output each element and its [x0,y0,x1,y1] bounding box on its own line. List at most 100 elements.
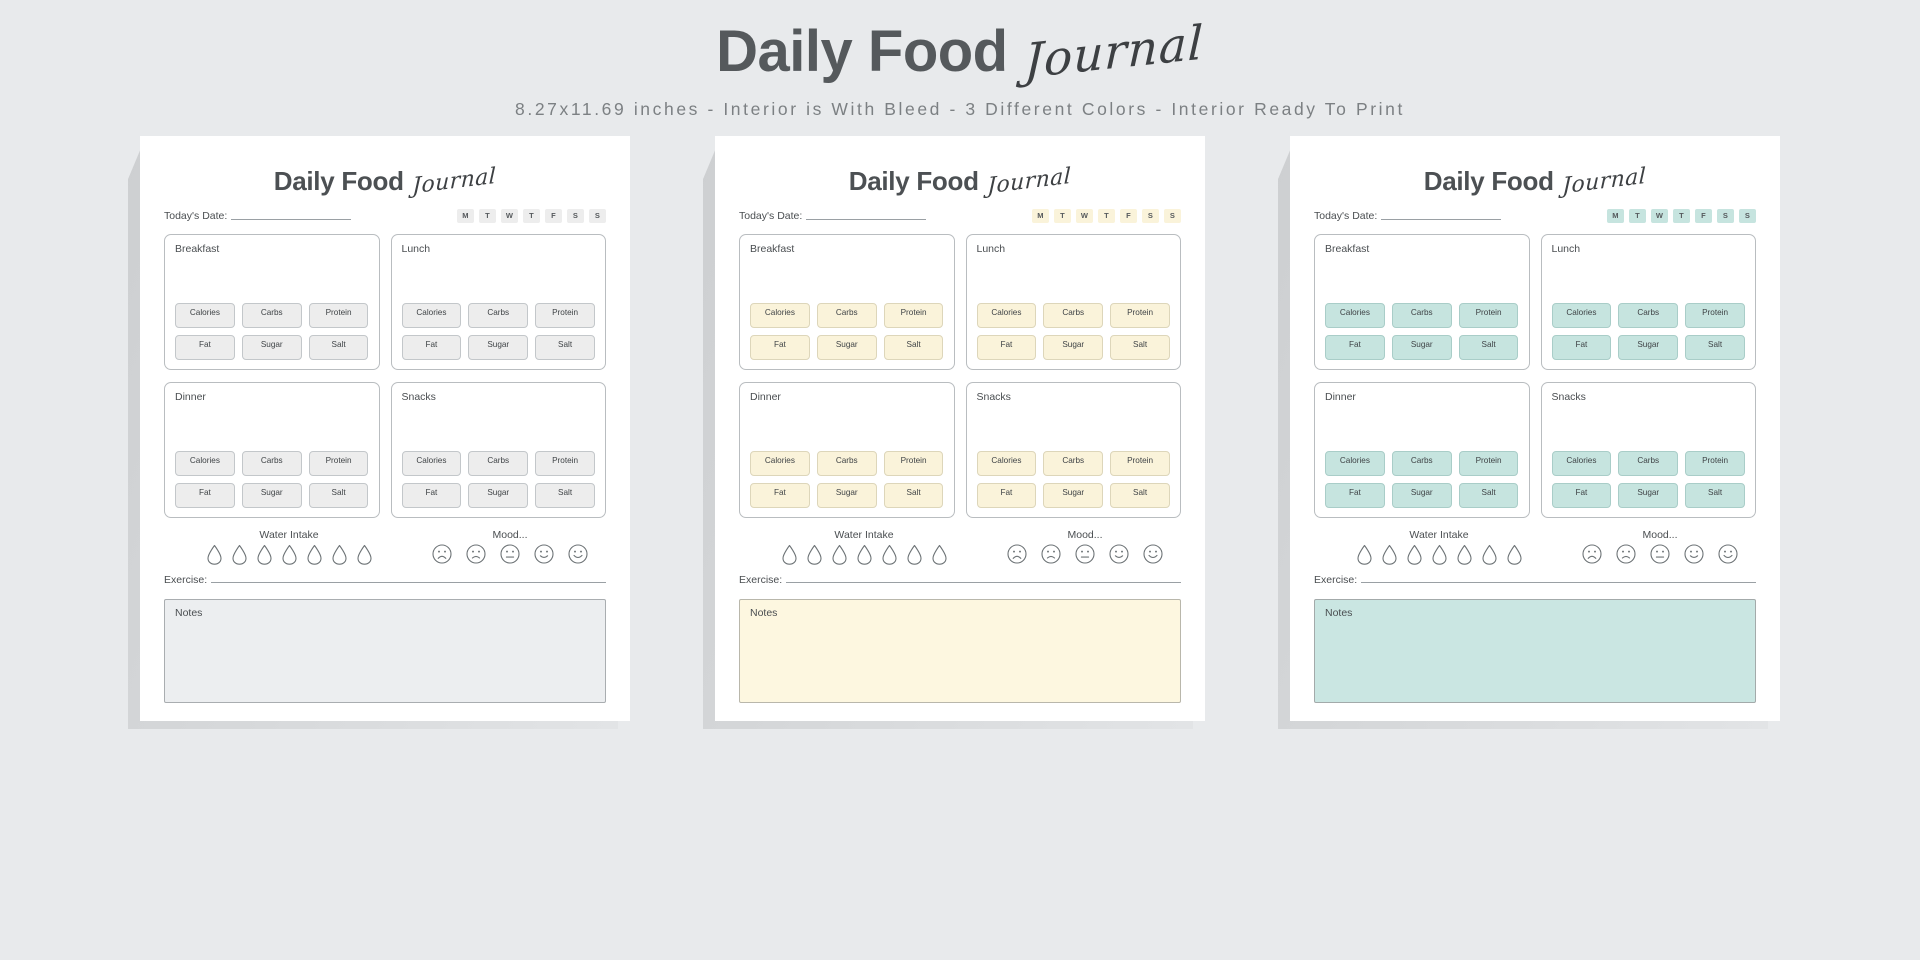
nutrient-chip-fat[interactable]: Fat [175,483,235,508]
nutrient-chip-fat[interactable]: Fat [175,335,235,360]
mood-neutral-icon[interactable] [1075,544,1095,564]
meal-entry-area[interactable] [977,257,1171,303]
meal-card-snacks[interactable]: Snacks Calories Carbs Protein Fat Sugar Salt [965,382,1181,518]
nutrient-chip-sugar[interactable]: Sugar [1618,483,1679,508]
weekday-box-0[interactable]: M [1032,208,1049,223]
meal-card-lunch[interactable]: Lunch Calories Carbs Protein Fat Sugar Salt [1540,234,1756,370]
weekday-box-2[interactable]: W [1076,208,1093,223]
nutrient-chip-carbs[interactable]: Carbs [1391,451,1452,476]
mood-happy-icon[interactable] [534,544,554,564]
weekday-box-6[interactable]: S [589,208,606,223]
mood-very-sad-icon[interactable] [432,544,452,564]
water-drop-icon[interactable] [281,544,297,565]
nutrient-chip-salt[interactable]: Salt [1685,483,1745,508]
water-drop-icon[interactable] [1481,544,1497,565]
nutrient-chip-calories[interactable]: Calories [401,303,462,328]
meal-card-lunch[interactable]: Lunch Calories Carbs Protein Fat Sugar Salt [390,234,606,370]
nutrient-chip-salt[interactable]: Salt [308,483,369,508]
weekday-selector[interactable]: MTWTFSS [1607,208,1756,223]
water-drop-icon[interactable] [1506,544,1522,565]
nutrient-chip-carbs[interactable]: Carbs [1043,451,1104,476]
meal-entry-area[interactable] [750,257,944,303]
nutrient-chip-fat[interactable]: Fat [750,335,810,360]
nutrient-chip-salt[interactable]: Salt [535,483,595,508]
weekday-box-1[interactable]: T [1629,208,1646,223]
nutrient-chip-fat[interactable]: Fat [976,335,1037,360]
weekday-box-2[interactable]: W [1651,208,1668,223]
nutrient-chip-fat[interactable]: Fat [401,335,462,360]
nutrient-chip-fat[interactable]: Fat [1325,483,1385,508]
weekday-box-0[interactable]: M [457,208,474,223]
water-drop-icon[interactable] [881,544,897,565]
meal-card-breakfast[interactable]: Breakfast Calories Carbs Protein Fat Sugar Sal… [1314,234,1530,370]
nutrient-chip-sugar[interactable]: Sugar [1618,335,1679,360]
weekday-box-6[interactable]: S [1739,208,1756,223]
nutrient-chip-calories[interactable]: Calories [750,303,810,328]
nutrient-chip-sugar[interactable]: Sugar [1043,335,1104,360]
nutrient-chip-calories[interactable]: Calories [750,451,810,476]
water-drop-icon[interactable] [856,544,872,565]
water-drop-icon[interactable] [906,544,922,565]
meal-card-lunch[interactable]: Lunch Calories Carbs Protein Fat Sugar Salt [965,234,1181,370]
water-drop-icon[interactable] [781,544,797,565]
weekday-selector[interactable]: MTWTFSS [457,208,606,223]
meal-card-snacks[interactable]: Snacks Calories Carbs Protein Fat Sugar Salt [390,382,606,518]
meal-entry-area[interactable] [1552,405,1746,451]
mood-very-sad-icon[interactable] [1007,544,1027,564]
nutrient-chip-salt[interactable]: Salt [1458,483,1519,508]
nutrient-chip-calories[interactable]: Calories [976,303,1037,328]
weekday-box-0[interactable]: M [1607,208,1624,223]
date-writing-line[interactable] [231,218,352,220]
nutrient-chip-calories[interactable]: Calories [976,451,1037,476]
nutrient-chip-carbs[interactable]: Carbs [1618,303,1679,328]
water-drop-icon[interactable] [831,544,847,565]
exercise-writing-line[interactable] [1361,582,1756,583]
weekday-box-5[interactable]: S [567,208,584,223]
nutrient-chip-sugar[interactable]: Sugar [241,483,302,508]
nutrient-chip-fat[interactable]: Fat [1551,335,1612,360]
meal-entry-area[interactable] [1552,257,1746,303]
nutrient-chip-protein[interactable]: Protein [308,451,369,476]
date-field[interactable]: Today's Date: [1314,210,1502,222]
mood-sad-icon[interactable] [466,544,486,564]
meal-card-breakfast[interactable]: Breakfast Calories Carbs Protein Fat Sugar Sal… [739,234,955,370]
meal-entry-area[interactable] [750,405,944,451]
nutrient-chip-carbs[interactable]: Carbs [1391,303,1452,328]
water-drop-icon[interactable] [1381,544,1397,565]
nutrient-chip-salt[interactable]: Salt [1110,335,1170,360]
nutrient-chip-carbs[interactable]: Carbs [1043,303,1104,328]
mood-sad-icon[interactable] [1041,544,1061,564]
notes-box[interactable]: Notes [739,599,1181,703]
weekday-box-5[interactable]: S [1142,208,1159,223]
water-drop-icon[interactable] [1356,544,1372,565]
exercise-field[interactable]: Exercise: [1314,574,1756,586]
date-field[interactable]: Today's Date: [739,210,927,222]
nutrient-chip-protein[interactable]: Protein [1458,303,1519,328]
nutrient-chip-fat[interactable]: Fat [976,483,1037,508]
nutrient-chip-protein[interactable]: Protein [1110,303,1170,328]
nutrient-chip-calories[interactable]: Calories [401,451,462,476]
water-drop-icon[interactable] [806,544,822,565]
weekday-box-4[interactable]: F [545,208,562,223]
nutrient-chip-protein[interactable]: Protein [883,303,944,328]
water-drop-icon[interactable] [356,544,372,565]
nutrient-chip-salt[interactable]: Salt [1110,483,1170,508]
nutrient-chip-sugar[interactable]: Sugar [1391,483,1452,508]
notes-box[interactable]: Notes [164,599,606,703]
nutrient-chip-sugar[interactable]: Sugar [816,335,877,360]
meal-card-dinner[interactable]: Dinner Calories Carbs Protein Fat Sugar Salt [164,382,380,518]
nutrient-chip-sugar[interactable]: Sugar [241,335,302,360]
nutrient-chip-sugar[interactable]: Sugar [1391,335,1452,360]
nutrient-chip-carbs[interactable]: Carbs [468,451,529,476]
meal-card-breakfast[interactable]: Breakfast Calories Carbs Protein Fat Sugar Sal… [164,234,380,370]
nutrient-chip-salt[interactable]: Salt [883,483,944,508]
nutrient-chip-fat[interactable]: Fat [750,483,810,508]
exercise-field[interactable]: Exercise: [739,574,1181,586]
nutrient-chip-carbs[interactable]: Carbs [816,303,877,328]
nutrient-chip-salt[interactable]: Salt [1685,335,1745,360]
weekday-box-5[interactable]: S [1717,208,1734,223]
weekday-box-3[interactable]: T [1673,208,1690,223]
nutrient-chip-protein[interactable]: Protein [883,451,944,476]
meal-entry-area[interactable] [402,405,596,451]
exercise-field[interactable]: Exercise: [164,574,606,586]
